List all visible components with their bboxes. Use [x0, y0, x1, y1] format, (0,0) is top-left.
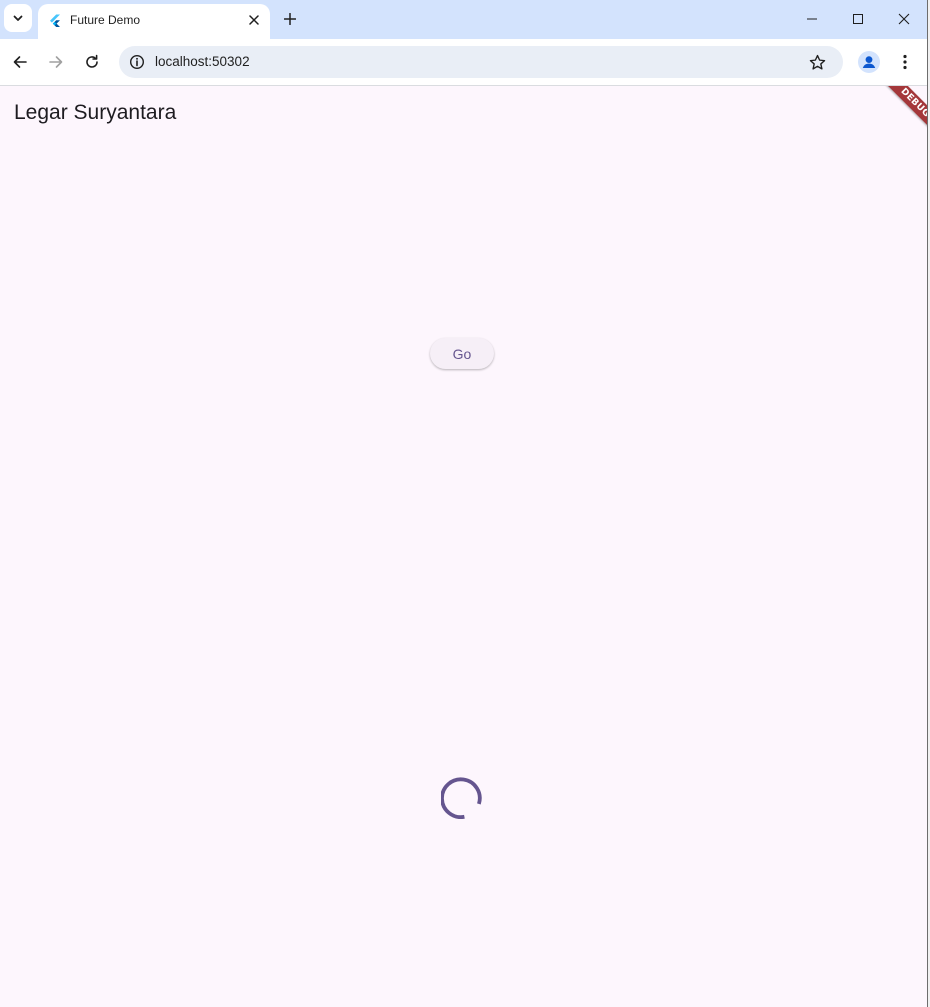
address-bar[interactable]: localhost:50302	[119, 46, 843, 78]
url-text: localhost:50302	[155, 54, 250, 69]
tab-strip: Future Demo	[0, 0, 927, 39]
minimize-button[interactable]	[789, 0, 835, 38]
forward-button[interactable]	[40, 46, 72, 78]
back-button[interactable]	[4, 46, 36, 78]
arrow-right-icon	[49, 56, 63, 68]
tab-search-button[interactable]	[4, 4, 32, 32]
reload-button[interactable]	[76, 46, 108, 78]
new-tab-button[interactable]	[279, 8, 301, 30]
plus-icon	[284, 13, 296, 25]
profile-button[interactable]	[853, 46, 885, 78]
chevron-down-icon	[13, 15, 23, 21]
debug-banner: DEBUG	[874, 86, 927, 144]
browser-window: Future Demo localhost:50302 Legar Suryan…	[0, 0, 927, 1007]
flutter-logo-icon	[50, 14, 60, 27]
maximize-button[interactable]	[835, 0, 881, 38]
info-icon	[129, 54, 145, 70]
minimize-icon	[807, 18, 817, 20]
flutter-app-page: Legar Suryantara Go DEBUG	[0, 86, 927, 1007]
close-icon	[898, 13, 910, 25]
app-bar-title: Legar Suryantara	[14, 101, 177, 124]
close-window-button[interactable]	[881, 0, 927, 38]
reload-icon	[86, 54, 98, 68]
tab-title: Future Demo	[70, 13, 141, 27]
more-vert-icon	[903, 54, 907, 70]
star-icon	[809, 54, 825, 70]
close-icon	[249, 15, 259, 25]
tab-close-button[interactable]	[246, 12, 262, 28]
maximize-icon	[853, 14, 863, 24]
tab-future-demo[interactable]: Future Demo	[38, 4, 270, 39]
site-info-button[interactable]	[125, 50, 149, 74]
bookmark-button[interactable]	[805, 50, 829, 74]
loading-spinner-icon	[441, 777, 482, 819]
go-button[interactable]: Go	[430, 338, 494, 369]
avatar-icon	[858, 51, 880, 73]
browser-toolbar: localhost:50302	[0, 39, 927, 86]
arrow-left-icon	[13, 56, 27, 68]
browser-menu-button[interactable]	[889, 46, 921, 78]
